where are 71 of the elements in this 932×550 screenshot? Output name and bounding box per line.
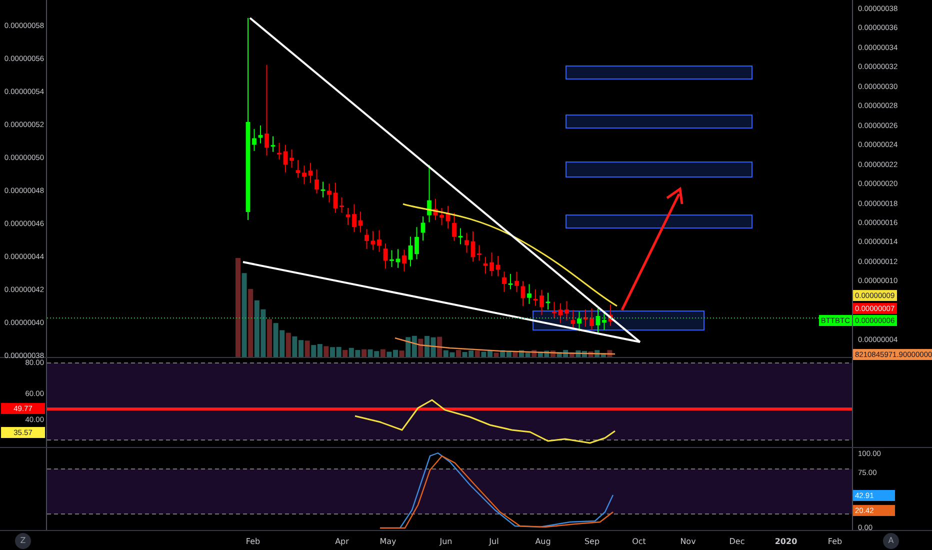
- time-label: Apr: [335, 536, 349, 548]
- candle: [364, 228, 369, 250]
- candle: [283, 144, 288, 173]
- candle: [483, 256, 488, 274]
- candle: [596, 308, 600, 334]
- candle: [320, 181, 326, 198]
- time-label: Aug: [535, 536, 551, 548]
- scale-button[interactable]: A: [883, 533, 899, 549]
- candle: [290, 148, 294, 168]
- candle: [252, 128, 256, 152]
- candle: [533, 288, 538, 306]
- candle: [408, 236, 413, 267]
- candle: [308, 162, 313, 184]
- candle: [440, 207, 444, 226]
- candle: [396, 248, 400, 268]
- scale-button[interactable]: Z: [15, 533, 31, 549]
- candle: [302, 165, 306, 185]
- candle: [370, 230, 376, 250]
- candle: [570, 310, 576, 330]
- candle: [546, 292, 550, 310]
- candle: [377, 230, 382, 252]
- candle: [458, 228, 463, 245]
- candle: [446, 206, 450, 230]
- candle: [608, 304, 613, 326]
- candle: [558, 302, 563, 324]
- candle: [414, 226, 419, 260]
- candle: [346, 207, 350, 226]
- candle: [527, 284, 532, 304]
- candle: [358, 211, 363, 233]
- candle: [552, 301, 556, 319]
- candle: [340, 196, 344, 214]
- candle: [540, 289, 544, 316]
- time-label: Feb: [828, 536, 842, 548]
- time-label: Sep: [584, 536, 600, 548]
- candle: [420, 216, 426, 242]
- candle: [258, 125, 263, 144]
- candle: [402, 249, 406, 272]
- candle: [383, 242, 388, 270]
- time-label: Feb: [246, 536, 260, 548]
- time-label: Jul: [489, 536, 499, 548]
- candle: [427, 164, 432, 223]
- candle: [564, 300, 569, 321]
- candle: [502, 271, 506, 292]
- candle: [433, 198, 438, 220]
- time-label: Oct: [632, 536, 646, 548]
- candle: [390, 250, 394, 268]
- candle: [464, 232, 469, 254]
- candle: [314, 168, 319, 194]
- candle: [602, 312, 606, 331]
- candle: [490, 252, 494, 277]
- candle: [277, 142, 282, 160]
- candle: [296, 160, 300, 178]
- candle: [583, 309, 588, 328]
- time-label: Jun: [440, 536, 452, 548]
- candle: [514, 271, 519, 293]
- candle: [470, 230, 476, 262]
- time-label: 2020: [774, 536, 798, 548]
- time-label: May: [380, 536, 396, 548]
- candle: [452, 212, 456, 242]
- candle: [477, 244, 482, 262]
- candle: [577, 311, 582, 332]
- candle: [352, 204, 356, 233]
- time-label: Nov: [680, 536, 696, 548]
- candle: [333, 182, 338, 214]
- candle: [590, 308, 594, 331]
- time-label: Dec: [729, 536, 745, 548]
- candle: [496, 256, 500, 277]
- candle: [508, 273, 513, 290]
- candle: [327, 183, 332, 203]
- candle: [270, 136, 276, 152]
- candle: [520, 280, 526, 307]
